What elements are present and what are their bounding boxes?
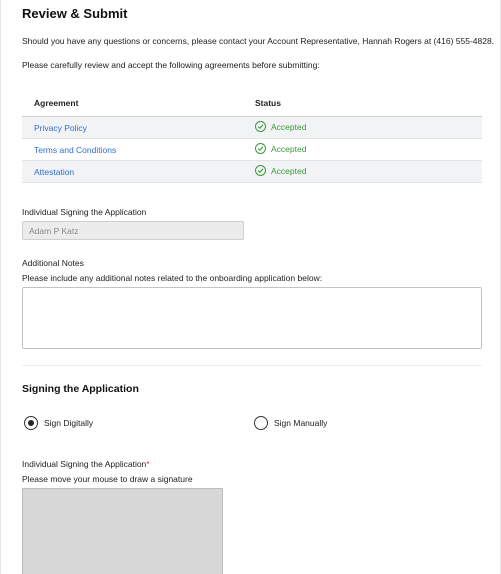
table-row: Terms and Conditions Accepted (22, 139, 482, 161)
status-text: Accepted (271, 121, 307, 132)
check-circle-icon (255, 121, 266, 132)
status-badge: Accepted (255, 165, 306, 176)
status-badge: Accepted (255, 121, 306, 132)
signing-section-title: Signing the Application (22, 383, 139, 395)
signature-help-text: Please move your mouse to draw a signatu… (22, 474, 193, 484)
status-text: Accepted (271, 165, 307, 176)
agreement-column-header: Agreement (34, 98, 79, 108)
sign-manually-label: Sign Manually (274, 418, 328, 428)
privacy-policy-link[interactable]: Privacy Policy (34, 123, 87, 133)
terms-and-conditions-link[interactable]: Terms and Conditions (34, 145, 116, 155)
signer-label: Individual Signing the Application (22, 207, 147, 217)
additional-notes-textarea[interactable] (22, 287, 482, 349)
status-text: Accepted (271, 143, 307, 154)
notes-label: Additional Notes (22, 258, 84, 268)
sign-manually-option[interactable]: Sign Manually (254, 416, 327, 430)
check-circle-icon (255, 165, 266, 176)
contact-text: Should you have any questions or concern… (22, 36, 495, 46)
sign-digitally-label: Sign Digitally (44, 418, 94, 428)
required-mark: * (146, 459, 150, 469)
radio-selected-icon[interactable] (24, 416, 38, 430)
sign-digitally-option[interactable]: Sign Digitally (24, 416, 93, 430)
check-circle-icon (255, 143, 266, 154)
review-submit-page: Review & Submit Should you have any ques… (0, 0, 501, 574)
radio-unselected-icon[interactable] (254, 416, 268, 430)
agreements-table-header: Agreement Status (22, 90, 482, 117)
signature-label-text: Individual Signing the Application (22, 459, 147, 469)
status-column-header: Status (255, 98, 281, 108)
table-row: Privacy Policy Accepted (22, 117, 482, 139)
page-title: Review & Submit (22, 6, 128, 21)
notes-help-text: Please include any additional notes rela… (22, 273, 323, 283)
attestation-link[interactable]: Attestation (34, 167, 74, 177)
signature-pad[interactable] (22, 488, 223, 574)
review-instruction: Please carefully review and accept the f… (22, 60, 320, 70)
signature-label: Individual Signing the Application* (22, 459, 150, 469)
status-badge: Accepted (255, 143, 306, 154)
section-divider (22, 365, 482, 366)
agreements-table: Agreement Status Privacy Policy Accepted… (22, 90, 482, 183)
table-row: Attestation Accepted (22, 161, 482, 183)
signer-name-field[interactable] (22, 221, 244, 240)
